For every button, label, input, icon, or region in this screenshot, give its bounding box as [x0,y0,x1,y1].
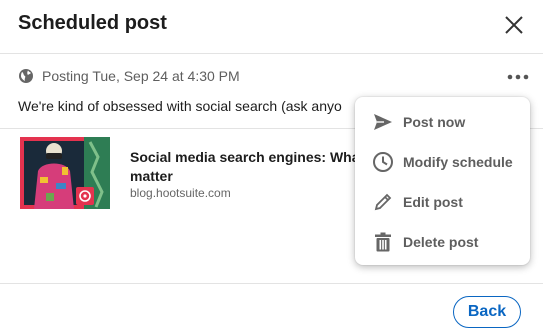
link-preview-image[interactable] [20,137,110,209]
dialog-header: Scheduled post [0,0,543,54]
link-title[interactable]: Social media search engines: Wha matter [130,148,362,188]
link-thumbnail [20,137,110,209]
menu-label-delete-post: Delete post [403,234,479,250]
menu-item-modify-schedule[interactable]: Modify schedule [355,142,530,182]
options-menu: Post now Modify schedule Edit post Delet… [355,97,530,265]
send-icon [374,114,392,130]
trash-icon [375,232,391,252]
close-button[interactable] [501,12,527,38]
menu-label-post-now: Post now [403,114,466,130]
more-options-button[interactable] [505,64,531,88]
post-body-text: We're kind of obsessed with social searc… [18,98,342,114]
pencil-icon [374,193,392,211]
menu-item-post-now[interactable]: Post now [355,102,530,142]
dialog-title: Scheduled post [18,12,167,34]
more-icon [507,74,529,80]
close-icon [505,16,523,34]
schedule-info: Posting Tue, Sep 24 at 4:30 PM [18,67,240,85]
clock-icon [373,152,393,172]
link-domain: blog.hootsuite.com [130,186,231,200]
menu-item-delete-post[interactable]: Delete post [355,222,530,262]
menu-item-edit-post[interactable]: Edit post [355,182,530,222]
globe-icon [19,69,33,83]
footer-divider [0,283,543,284]
menu-label-edit-post: Edit post [403,194,463,210]
scheduled-post-dialog: Scheduled post Posting Tue, Sep 24 at 4:… [0,0,543,335]
menu-label-modify-schedule: Modify schedule [403,154,513,170]
schedule-text: Posting Tue, Sep 24 at 4:30 PM [42,68,240,84]
back-button[interactable]: Back [453,296,521,328]
